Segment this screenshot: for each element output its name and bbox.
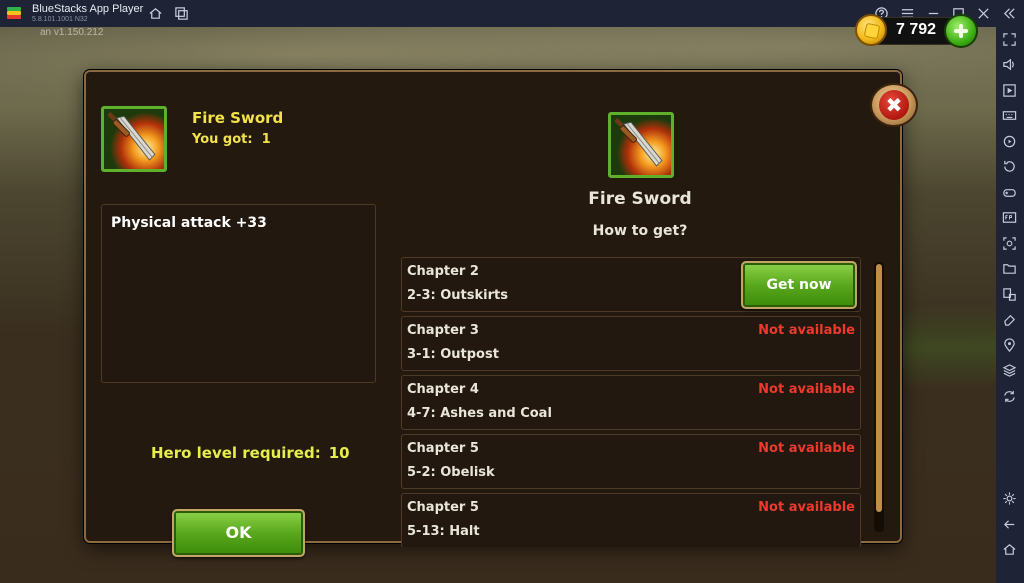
item-stats-box: Physical attack +33 [101,204,376,383]
close-icon: ✖ [879,90,909,120]
get-now-button[interactable]: Get now [741,261,857,309]
item-stat: Physical attack +33 [111,215,267,231]
fps-icon[interactable] [1002,210,1017,225]
settings-icon[interactable] [1002,491,1017,506]
item-count: You got: 1 [192,132,271,147]
back-icon[interactable] [1002,517,1017,532]
hero-level-value: 10 [328,444,350,462]
source-chapter: Chapter 5 [407,500,479,515]
app-version: an v1.150.212 [40,27,104,38]
ok-button[interactable]: OK [172,509,305,557]
source-status: Not available [758,500,855,515]
android-home-icon[interactable] [1002,542,1017,557]
source-chapter: Chapter 3 [407,323,479,338]
item-title: Fire Sword [588,189,692,209]
add-coins-button[interactable] [944,14,978,48]
source-status: Not available [758,441,855,456]
multi-instance-icon[interactable] [174,6,189,21]
source-stage: 3-1: Outpost [407,347,499,362]
source-list-scrollbar[interactable] [874,262,884,532]
volume-icon[interactable] [1002,57,1017,72]
source-row: Chapter 4 4-7: Ashes and Coal Not availa… [401,375,861,430]
source-stage: 4-7: Ashes and Coal [407,406,552,421]
fire-sword-icon-large [608,112,674,178]
eraser-icon[interactable] [1002,312,1017,327]
source-list: Chapter 2 2-3: Outskirts Get now Chapter… [401,257,861,547]
home-icon[interactable] [148,6,163,21]
layers-icon[interactable] [1002,363,1017,378]
coin-value: 7 792 [896,21,937,38]
source-chapter: Chapter 5 [407,441,479,456]
how-to-get-heading: How to get? [592,223,688,239]
source-stage: 5-13: Halt [407,524,480,539]
hero-level-label: Hero level required: [151,444,321,462]
source-row: Chapter 3 3-1: Outpost Not available [401,316,861,371]
source-status: Not available [758,323,855,338]
source-row: Chapter 5 5-2: Obelisk Not available [401,434,861,489]
media-icon[interactable] [1002,83,1017,98]
folder-icon[interactable] [1002,261,1017,276]
source-status: Not available [758,382,855,397]
coin-icon [855,14,887,46]
bluestacks-logo-icon [7,7,21,19]
you-got-value: 1 [261,132,271,147]
source-row: Chapter 5 5-13: Halt Not available [401,493,861,547]
source-row: Chapter 2 2-3: Outskirts Get now [401,257,861,312]
hero-level-required: Hero level required: 10 [151,444,350,462]
fullscreen-icon[interactable] [1002,32,1017,47]
gamepad-icon[interactable] [1002,185,1017,200]
emulator-sidebar [996,27,1024,583]
screenshot-icon[interactable] [1002,236,1017,251]
window-title: BlueStacks App Player [32,3,144,15]
item-name: Fire Sword [192,109,284,127]
close-icon[interactable] [976,6,991,21]
fire-sword-icon [101,106,167,172]
source-chapter: Chapter 4 [407,382,479,397]
source-chapter: Chapter 2 [407,264,479,279]
collapse-sidebar-icon[interactable] [1002,6,1017,21]
keyboard-icon[interactable] [1002,108,1017,123]
scrollbar-thumb[interactable] [876,264,882,512]
close-dialog-button[interactable]: ✖ [870,83,918,127]
resize-icon[interactable] [1002,287,1017,302]
replay-icon[interactable] [1002,159,1017,174]
location-icon[interactable] [1002,338,1017,353]
you-got-label: You got: [192,132,253,147]
source-stage: 5-2: Obelisk [407,465,495,480]
window-version: 5.8.101.1001 N32 [32,16,88,23]
rotate-icon[interactable] [1002,134,1017,149]
sync-icon[interactable] [1002,389,1017,404]
source-stage: 2-3: Outskirts [407,288,508,303]
